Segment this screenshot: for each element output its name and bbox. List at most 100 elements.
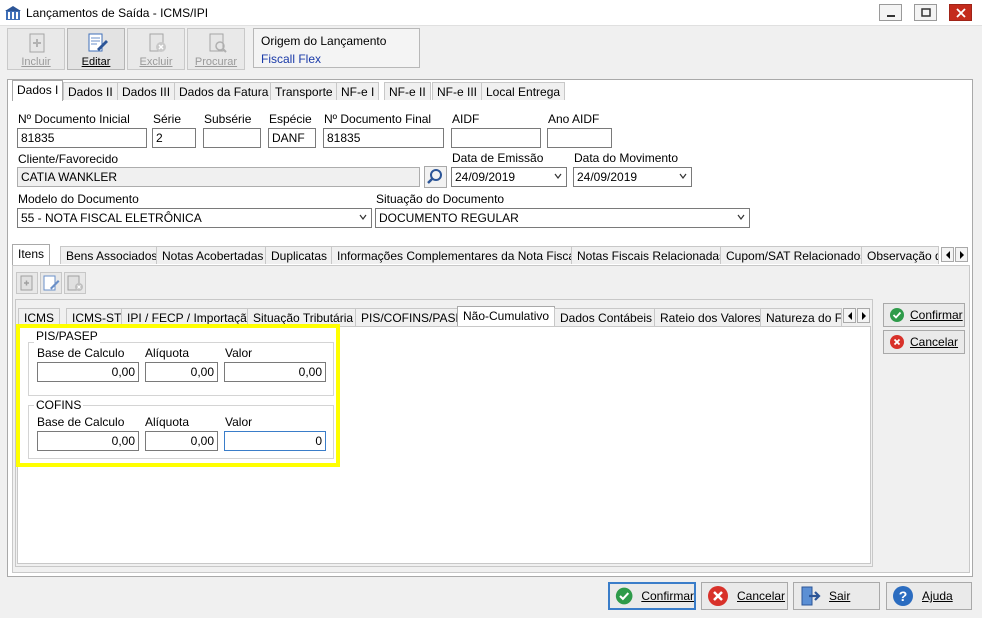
editar-button[interactable]: Editar [67, 28, 125, 70]
tab-nfe-iii[interactable]: NF-e III [432, 82, 483, 100]
tax-tabs-scroll-right[interactable] [857, 308, 870, 323]
app-icon [5, 6, 21, 20]
tab-notas-acobertadas[interactable]: Notas Acobertadas [156, 246, 270, 264]
tab-itens[interactable]: Itens [12, 244, 51, 265]
chevron-down-icon [554, 173, 562, 179]
tab-info-complementares[interactable]: Informações Complementares da Nota Fisca… [331, 246, 584, 264]
tab-duplicatas[interactable]: Duplicatas [265, 246, 334, 264]
excluir-label: Excluir [139, 56, 173, 68]
ano-aidf-field[interactable] [547, 128, 612, 148]
minimize-icon [886, 14, 895, 17]
check-icon [615, 587, 633, 605]
edit-item-button[interactable] [40, 272, 62, 294]
cancel-label: Cancelar [737, 589, 786, 603]
tab-rateio-valores[interactable]: Rateio dos Valores [654, 308, 767, 326]
doc-final-field[interactable]: 81835 [323, 128, 444, 148]
add-item-icon [20, 275, 33, 291]
item-cancel-button[interactable]: Cancelar [883, 330, 965, 354]
search-icon [427, 169, 442, 184]
edit-item-icon [43, 275, 60, 291]
exit-label: Sair [829, 589, 851, 603]
tab-local-entrega[interactable]: Local Entrega [481, 82, 566, 100]
tax-tabs-scroll-left[interactable] [843, 308, 856, 323]
tab-dados-fatura[interactable]: Dados da Fatura [174, 82, 274, 100]
serie-field[interactable]: 2 [152, 128, 196, 148]
editar-label: Editar [81, 56, 111, 68]
especie-label: Espécie [269, 112, 312, 126]
tab-dados-ii[interactable]: Dados II [63, 82, 118, 100]
especie-field[interactable]: DANF [268, 128, 316, 148]
situacao-value: DOCUMENTO REGULAR [379, 211, 519, 225]
chevron-down-icon [359, 214, 367, 220]
procurar-button[interactable]: Procurar [187, 28, 245, 70]
origem-box: Origem do Lançamento Fiscall Flex [253, 28, 420, 68]
origem-value: Fiscall Flex [261, 52, 322, 66]
subserie-field[interactable] [203, 128, 261, 148]
edit-document-icon [88, 33, 108, 52]
arrow-left-icon [945, 250, 950, 259]
cancel-icon [890, 335, 904, 349]
item-cancel-label: Cancelar [910, 335, 959, 349]
tab-dados-i[interactable]: Dados I [12, 80, 64, 101]
tab-bens-associados[interactable]: Bens Associados [60, 246, 164, 264]
tab-notas-relacionadas[interactable]: Notas Fiscais Relacionadas [571, 246, 732, 264]
exit-button[interactable]: Sair [793, 582, 880, 610]
tab-natureza[interactable]: Natureza do Fr [760, 308, 842, 326]
tab-nao-cumulativo[interactable]: Não-Cumulativo [457, 306, 556, 327]
ano-aidf-label: Ano AIDF [548, 112, 600, 126]
item-confirm-button[interactable]: Confirmar [883, 303, 965, 327]
subserie-label: Subsérie [204, 112, 252, 126]
serie-label: Série [153, 112, 182, 126]
window-title: Lançamentos de Saída - ICMS/IPI [26, 6, 209, 20]
confirm-button[interactable]: Confirmar [608, 582, 696, 610]
tabs-scroll-right[interactable] [955, 247, 968, 262]
tab-nfe-i[interactable]: NF-e I [336, 82, 380, 100]
add-item-button[interactable] [16, 272, 38, 294]
modelo-select[interactable]: 55 - NOTA FISCAL ELETRÔNICA [17, 208, 372, 228]
procurar-label: Procurar [194, 56, 238, 68]
modelo-label: Modelo do Documento [18, 192, 139, 206]
help-icon: ? [893, 586, 913, 606]
doc-inicial-field[interactable]: 81835 [17, 128, 147, 148]
maximize-icon [920, 7, 931, 17]
highlight-box [16, 324, 340, 467]
cancel-icon [708, 586, 728, 606]
tab-nfe-ii[interactable]: NF-e II [384, 82, 431, 100]
aidf-field[interactable] [451, 128, 541, 148]
tab-observacao[interactable]: Observação do [861, 246, 939, 264]
cancel-button[interactable]: Cancelar [701, 582, 788, 610]
tabs-scroll-left[interactable] [941, 247, 954, 262]
data-movimento-value: 24/09/2019 [577, 170, 638, 184]
arrow-right-icon [959, 250, 964, 259]
excluir-button[interactable]: Excluir [127, 28, 185, 70]
cliente-search-button[interactable] [424, 166, 447, 188]
tab-transporte[interactable]: Transporte [270, 82, 338, 100]
item-confirm-label: Confirmar [910, 308, 963, 322]
tab-cupom-sat[interactable]: Cupom/SAT Relacionados [720, 246, 873, 264]
maximize-button[interactable] [914, 4, 937, 21]
tab-dados-iii[interactable]: Dados III [117, 82, 176, 100]
help-button[interactable]: ? Ajuda [886, 582, 972, 610]
exit-door-icon [801, 586, 821, 606]
arrow-left-icon [847, 311, 852, 320]
modelo-value: 55 - NOTA FISCAL ELETRÔNICA [21, 211, 202, 225]
cliente-label: Cliente/Favorecido [18, 152, 119, 166]
doc-inicial-label: Nº Documento Inicial [18, 112, 130, 126]
search-document-icon [209, 33, 227, 53]
cliente-field[interactable]: CATIA WANKLER [17, 167, 420, 187]
incluir-label: Incluir [21, 56, 51, 68]
check-icon [890, 308, 904, 322]
data-emissao-field[interactable]: 24/09/2019 [451, 167, 567, 187]
situacao-label: Situação do Documento [376, 192, 505, 206]
close-button[interactable] [949, 4, 972, 21]
delete-item-button[interactable] [64, 272, 86, 294]
minimize-button[interactable] [879, 4, 902, 21]
tab-dados-contabeis[interactable]: Dados Contábeis [554, 308, 659, 326]
data-movimento-field[interactable]: 24/09/2019 [573, 167, 692, 187]
situacao-select[interactable]: DOCUMENTO REGULAR [375, 208, 750, 228]
delete-document-icon [149, 33, 166, 52]
delete-item-icon [67, 275, 83, 291]
svg-text:?: ? [899, 588, 908, 604]
close-icon [955, 7, 966, 18]
incluir-button[interactable]: Incluir [7, 28, 65, 70]
